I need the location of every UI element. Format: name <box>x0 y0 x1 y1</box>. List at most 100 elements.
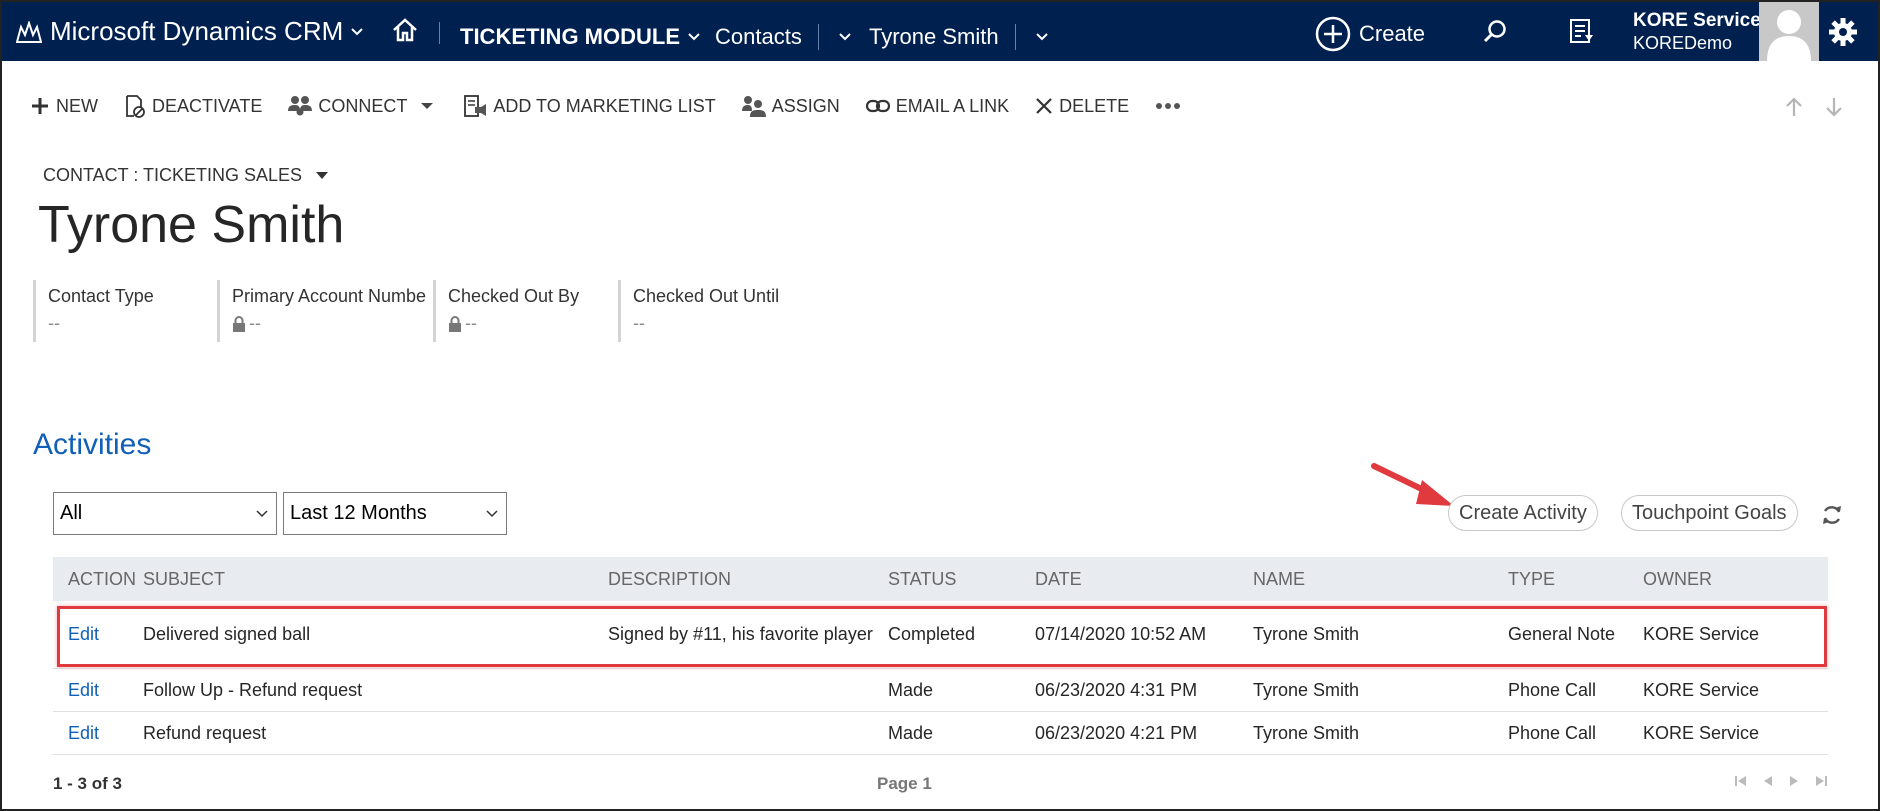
create-activity-button[interactable]: Create Activity <box>1448 495 1598 531</box>
cell-owner: KORE Service <box>1643 722 1760 743</box>
create-label: Create <box>1359 21 1426 46</box>
connect-button[interactable]: CONNECT <box>288 95 407 117</box>
avatar[interactable] <box>1759 2 1819 61</box>
column-header-date[interactable]: DATE <box>1035 569 1253 590</box>
link-icon <box>865 99 890 113</box>
cell-date: 07/14/2020 10:52 AM <box>1035 624 1207 644</box>
cell-subject: Delivered signed ball <box>143 624 311 644</box>
entity-nav-contacts[interactable]: Contacts <box>715 24 851 50</box>
header-field-label: Primary Account Numbe <box>232 286 427 306</box>
connect-icon <box>288 96 313 116</box>
column-header-owner[interactable]: OWNER <box>1643 569 1828 590</box>
previous-page-icon[interactable] <box>1762 774 1774 788</box>
cell-type: Phone Call <box>1508 722 1597 743</box>
global-create-button[interactable]: Create <box>1315 16 1425 52</box>
chevron-down-icon <box>351 27 371 36</box>
user-silhouette-icon <box>1767 10 1811 61</box>
grid-header-row: ACTION SUBJECT DESCRIPTION STATUS DATE N… <box>53 557 1828 601</box>
column-header-status[interactable]: STATUS <box>888 569 1035 590</box>
activity-type-filter-value: All <box>60 502 83 524</box>
connect-dropdown-icon[interactable] <box>421 102 434 110</box>
chevron-down-icon <box>256 510 268 518</box>
app-brand-name: Microsoft Dynamics CRM <box>50 16 344 46</box>
user-name: KORE Service <box>1633 10 1761 31</box>
activity-type-filter[interactable]: All <box>53 492 277 535</box>
user-org: KOREDemo <box>1633 33 1733 53</box>
delete-label: DELETE <box>1059 95 1130 116</box>
cell-status: Made <box>888 679 934 700</box>
header-field-primary-account-number[interactable]: Primary Account Numbe -- <box>217 280 433 342</box>
home-button[interactable] <box>392 18 418 47</box>
dynamics-logo-icon <box>16 20 42 43</box>
activity-period-filter-value: Last 12 Months <box>290 502 427 524</box>
last-page-icon[interactable] <box>1814 774 1828 788</box>
module-selector[interactable]: TICKETING MODULE <box>460 24 700 50</box>
search-icon <box>1483 20 1506 43</box>
new-button[interactable]: NEW <box>30 96 98 117</box>
nav-divider <box>1014 24 1016 50</box>
nav-divider <box>439 22 440 44</box>
refresh-icon[interactable] <box>1821 504 1843 526</box>
column-header-name[interactable]: NAME <box>1253 569 1508 590</box>
record-navigation <box>1784 96 1844 118</box>
chevron-down-icon[interactable] <box>839 33 851 41</box>
edit-link[interactable]: Edit <box>53 624 143 645</box>
header-field-label: Contact Type <box>48 286 154 306</box>
activity-period-filter[interactable]: Last 12 Months <box>283 492 507 535</box>
next-page-icon[interactable] <box>1788 774 1800 788</box>
touchpoint-goals-button[interactable]: Touchpoint Goals <box>1621 495 1798 531</box>
home-icon <box>393 18 417 42</box>
user-info[interactable]: KORE Service KOREDemo <box>1633 10 1761 54</box>
cell-name: Tyrone Smith <box>1253 722 1360 743</box>
edit-link[interactable]: Edit <box>53 723 143 744</box>
table-row[interactable]: Edit Delivered signed ball Signed by #11… <box>53 601 1828 669</box>
more-commands-button[interactable] <box>1155 102 1181 110</box>
create-activity-label: Create Activity <box>1459 501 1587 524</box>
column-header-type[interactable]: TYPE <box>1508 569 1643 590</box>
record-count: 1 - 3 of 3 <box>53 774 122 793</box>
deactivate-button[interactable]: DEACTIVATE <box>124 94 262 118</box>
header-fields: Contact Type -- Primary Account Numbe --… <box>33 280 818 342</box>
chevron-down-icon <box>486 510 498 518</box>
nav-divider <box>817 24 819 50</box>
lock-icon <box>449 315 461 332</box>
chevron-down-icon[interactable] <box>1035 33 1048 41</box>
record-nav[interactable]: Tyrone Smith <box>869 24 1048 50</box>
assign-button[interactable]: ASSIGN <box>741 95 840 117</box>
add-to-marketing-list-button[interactable]: ADD TO MARKETING LIST <box>463 94 716 118</box>
cell-type: General Note <box>1508 624 1616 644</box>
form-selector[interactable]: CONTACT : TICKETING SALES <box>43 165 329 186</box>
cell-status: Completed <box>888 624 976 644</box>
arrow-down-icon[interactable] <box>1824 96 1844 118</box>
cell-date: 06/23/2020 4:31 PM <box>1035 679 1198 700</box>
advanced-find-button[interactable] <box>1569 17 1595 50</box>
header-field-contact-type[interactable]: Contact Type -- <box>33 280 217 342</box>
top-navigation-bar: Microsoft Dynamics CRM TICKETING MODULE … <box>2 2 1878 61</box>
header-field-checked-out-until[interactable]: Checked Out Until -- <box>618 280 818 342</box>
header-field-checked-out-by[interactable]: Checked Out By -- <box>433 280 618 342</box>
plus-icon <box>32 98 48 114</box>
first-page-icon[interactable] <box>1734 774 1748 788</box>
cell-name: Tyrone Smith <box>1253 624 1360 644</box>
app-switcher[interactable]: Microsoft Dynamics CRM <box>16 16 371 47</box>
cell-description: Signed by #11, his favorite player <box>608 624 873 644</box>
delete-button[interactable]: DELETE <box>1035 96 1129 117</box>
email-a-link-button[interactable]: EMAIL A LINK <box>865 96 1009 117</box>
column-header-description[interactable]: DESCRIPTION <box>608 566 888 593</box>
table-row[interactable]: Edit Refund request Made 06/23/2020 4:21… <box>53 712 1828 755</box>
deactivate-icon <box>126 95 145 118</box>
header-field-label: Checked Out Until <box>633 286 780 306</box>
record-name: Tyrone Smith <box>869 24 999 49</box>
table-row[interactable]: Edit Follow Up - Refund request Made 06/… <box>53 669 1828 712</box>
touchpoint-goals-label: Touchpoint Goals <box>1632 501 1787 524</box>
column-header-action[interactable]: ACTION <box>53 569 143 590</box>
search-button[interactable] <box>1482 19 1508 50</box>
connect-label: CONNECT <box>318 95 408 116</box>
column-header-subject[interactable]: SUBJECT <box>143 569 608 590</box>
header-field-value: -- <box>465 313 477 333</box>
settings-button[interactable] <box>1828 17 1858 52</box>
deactivate-label: DEACTIVATE <box>152 95 263 116</box>
edit-link[interactable]: Edit <box>53 680 143 701</box>
arrow-up-icon[interactable] <box>1784 96 1804 118</box>
entity-name: Contacts <box>715 24 802 49</box>
